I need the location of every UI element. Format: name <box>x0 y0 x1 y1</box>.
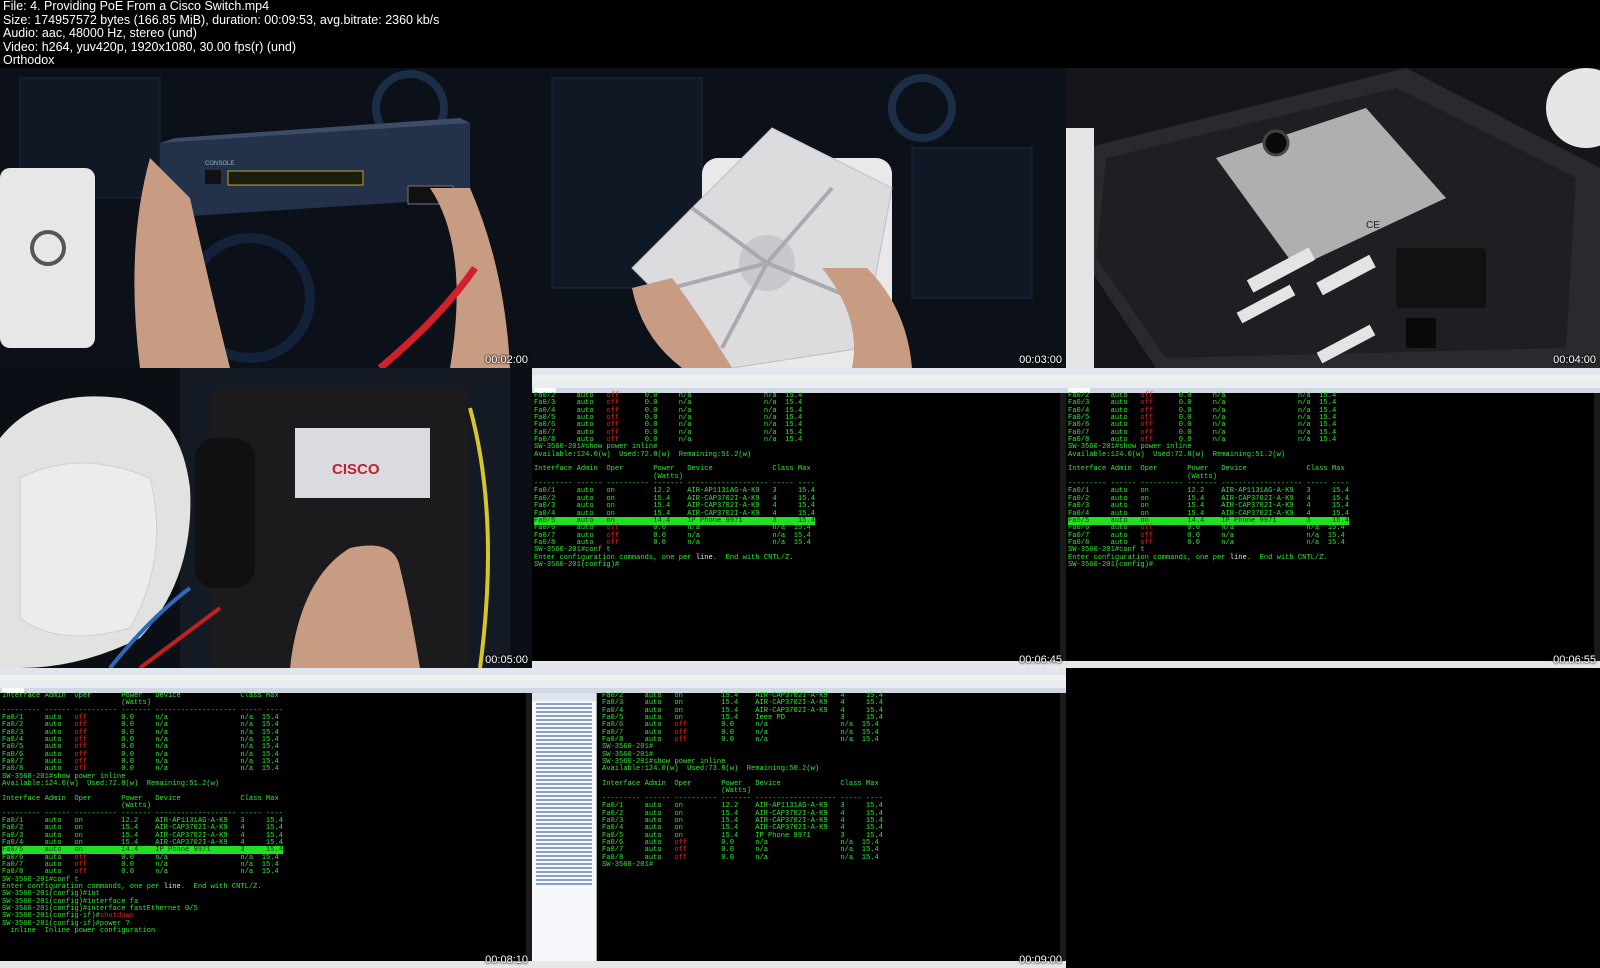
session-item[interactable] <box>536 871 592 873</box>
thumbnail-terminal-show-power-inline[interactable]: Fa0/2 auto off 0.0 n/a n/a 15.4 Fa0/3 au… <box>532 368 1066 668</box>
session-item[interactable] <box>536 843 592 845</box>
phone-screen-cisco-logo: CISCO <box>332 461 380 478</box>
audio-info-line: Audio: aac, 48000 Hz, stereo (und) <box>3 26 197 41</box>
session-item[interactable] <box>536 883 592 885</box>
session-item[interactable] <box>536 775 592 777</box>
session-item[interactable] <box>536 831 592 833</box>
timestamp-label: 00:03:00 <box>1019 354 1062 366</box>
session-item[interactable] <box>536 835 592 837</box>
session-item[interactable] <box>536 823 592 825</box>
session-item[interactable] <box>536 759 592 761</box>
session-item[interactable] <box>536 867 592 869</box>
session-manager-header <box>532 693 596 701</box>
session-item[interactable] <box>536 827 592 829</box>
session-item[interactable] <box>536 723 592 725</box>
session-item[interactable] <box>536 847 592 849</box>
timestamp-label: 00:08:10 <box>485 954 528 966</box>
thumbnail-terminal-show-power-inline-2[interactable]: Fa0/2 auto off 0.0 n/a n/a 15.4 Fa0/3 au… <box>1066 368 1600 668</box>
session-item[interactable] <box>536 707 592 709</box>
session-item[interactable] <box>536 839 592 841</box>
session-item[interactable] <box>536 731 592 733</box>
ip-phone-photo-illustration: CISCO <box>0 368 532 668</box>
session-item[interactable] <box>536 811 592 813</box>
window-titlebar[interactable] <box>532 368 1066 375</box>
session-item[interactable] <box>536 763 592 765</box>
terminal-output: Fa0/2 auto off 0.0 n/a n/a 15.4 Fa0/3 au… <box>1068 392 1349 569</box>
window-titlebar[interactable] <box>532 668 1066 675</box>
timestamp-label: 00:05:00 <box>485 654 528 666</box>
video-info-line: Video: h264, yuv420p, 1920x1080, 30.00 f… <box>3 39 297 54</box>
session-item[interactable] <box>536 799 592 801</box>
session-item[interactable] <box>536 743 592 745</box>
session-item[interactable] <box>536 879 592 881</box>
session-item[interactable] <box>536 719 592 721</box>
session-item[interactable] <box>536 767 592 769</box>
terminal-output: Fa0/2 auto off 0.0 n/a n/a 15.4 Fa0/3 au… <box>534 392 815 569</box>
session-item[interactable] <box>536 791 592 793</box>
timestamp-label: 00:04:00 <box>1553 354 1596 366</box>
switch-console-label: CONSOLE <box>205 161 234 167</box>
session-item[interactable] <box>536 755 592 757</box>
window-titlebar[interactable] <box>0 668 532 675</box>
window-statusbar <box>532 661 1066 668</box>
thumbnail-switch-photo[interactable]: CONSOLE 00:02:00 <box>0 68 532 368</box>
session-item[interactable] <box>536 787 592 789</box>
timestamp-label: 00:06:45 <box>1019 654 1062 666</box>
session-item[interactable] <box>536 807 592 809</box>
window-statusbar <box>532 961 1066 968</box>
terminal-output: Interface Admin Oper Power Device Class … <box>2 692 283 935</box>
session-item[interactable] <box>536 747 592 749</box>
thumbnail-terminal-session-manager[interactable]: Fa0/2 auto on 15.4 AIR-CAP3702I-A-K9 4 1… <box>532 668 1066 968</box>
session-item[interactable] <box>536 735 592 737</box>
session-item[interactable] <box>536 855 592 857</box>
file-name-line: File: 4. Providing PoE From a Cisco Swit… <box>3 0 270 13</box>
session-item[interactable] <box>536 795 592 797</box>
timestamp-label: 00:09:00 <box>1019 954 1062 966</box>
session-item[interactable] <box>536 803 592 805</box>
timestamp-label: 00:06:55 <box>1553 654 1596 666</box>
session-item[interactable] <box>536 819 592 821</box>
file-info-header: File: 4. Providing PoE From a Cisco Swit… <box>0 0 1600 68</box>
session-item[interactable] <box>536 783 592 785</box>
session-item[interactable] <box>536 727 592 729</box>
file-size-line: Size: 174957572 bytes (166.85 MiB), dura… <box>3 12 440 27</box>
session-item[interactable] <box>536 851 592 853</box>
thumbnail-phone-underside-photo[interactable]: CE 00:04:00 <box>1066 68 1600 368</box>
session-item[interactable] <box>536 711 592 713</box>
window-statusbar <box>1066 661 1600 668</box>
session-item[interactable] <box>536 779 592 781</box>
session-item[interactable] <box>536 739 592 741</box>
thumbnail-terminal-power-config[interactable]: Interface Admin Oper Power Device Class … <box>0 668 532 968</box>
session-item[interactable] <box>536 715 592 717</box>
session-item[interactable] <box>536 771 592 773</box>
access-point-photo-illustration <box>532 68 1066 368</box>
session-item[interactable] <box>536 815 592 817</box>
session-item[interactable] <box>536 875 592 877</box>
ce-mark-text: CE <box>1366 220 1380 231</box>
timestamp-label: 00:02:00 <box>485 354 528 366</box>
phone-underside-photo-illustration: CE <box>1066 68 1600 368</box>
terminal-output: Fa0/2 auto on 15.4 AIR-CAP3702I-A-K9 4 1… <box>602 692 883 869</box>
empty-thumbnail-slot <box>1066 668 1600 968</box>
window-titlebar[interactable] <box>1066 368 1600 375</box>
session-item[interactable] <box>536 863 592 865</box>
window-statusbar <box>0 961 532 968</box>
thumbnail-ip-phone-photo[interactable]: CISCO 00:05:00 <box>0 368 532 668</box>
uploader-line: Orthodox <box>3 53 55 68</box>
session-item[interactable] <box>536 751 592 753</box>
session-item[interactable] <box>536 703 592 705</box>
session-item[interactable] <box>536 859 592 861</box>
switch-photo-illustration: CONSOLE <box>0 68 532 368</box>
session-manager-panel[interactable] <box>532 693 597 961</box>
thumbnail-access-point-photo[interactable]: 00:03:00 <box>532 68 1066 368</box>
terminal-scrollbar[interactable] <box>1594 393 1600 661</box>
